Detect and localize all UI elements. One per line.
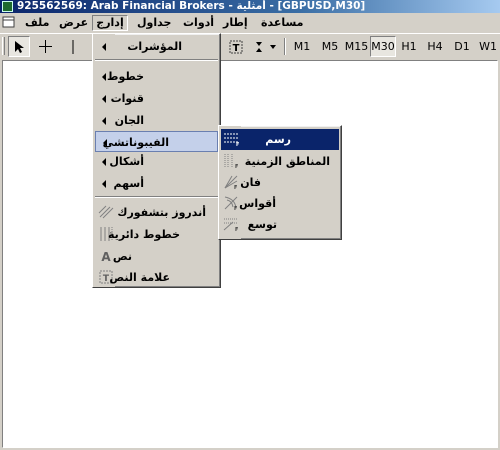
vertical-line-icon [72, 39, 74, 54]
svg-text:T: T [233, 43, 240, 54]
insert-menu: المؤشرات خطوط قنوات الجان الفيبوناتشي أش… [92, 33, 221, 288]
text-label-tool-button[interactable]: T [226, 36, 246, 57]
svg-text:F: F [234, 206, 237, 211]
submenu-arrow-icon [102, 73, 106, 81]
svg-text:F: F [235, 164, 238, 169]
cursor-icon [15, 40, 24, 53]
arrows-tool-button[interactable] [252, 36, 280, 57]
period-m1-button[interactable]: M1 [290, 36, 314, 57]
menu-charts[interactable]: جداول [134, 15, 174, 31]
menu-item-fibo-fan[interactable]: F فان [221, 172, 339, 193]
period-h1-button[interactable]: H1 [398, 36, 420, 57]
fibo-expansion-icon: F [223, 216, 239, 233]
period-h4-button[interactable]: H4 [424, 36, 446, 57]
menu-item-text-label[interactable]: T علامة النص [95, 267, 218, 288]
submenu-arrow-icon [102, 117, 106, 125]
submenu-arrow-icon [102, 95, 106, 103]
toolbar-grip[interactable] [2, 37, 5, 55]
menu-item-fibo-arcs[interactable]: F أقواس [221, 193, 339, 214]
menu-item-lines[interactable]: خطوط [95, 66, 218, 87]
menu-bar: ملف عرض إدارج جداول أدوات إطار مساعدة [0, 13, 500, 33]
period-m15-button[interactable]: M15 [343, 36, 370, 57]
vertical-line-tool-button[interactable] [62, 36, 84, 57]
menu-window[interactable]: إطار [220, 15, 251, 31]
cursor-tool-button[interactable] [8, 36, 30, 57]
fibonacci-submenu: F رسم F المناطق الزمنية F فان F أقواس F … [218, 125, 342, 240]
svg-text:F: F [236, 142, 239, 147]
submenu-arrow-icon [102, 43, 106, 51]
period-w1-button[interactable]: W1 [477, 36, 499, 57]
app-icon [2, 1, 13, 12]
andrews-pitchfork-icon [98, 204, 114, 220]
toolbar: T M1 M5 M15 M30 H1 H4 D1 W1 [0, 33, 500, 59]
fibo-retracement-icon: F [223, 131, 239, 148]
window-title: 925562569: Arab Financial Brokers - أمثل… [17, 0, 366, 12]
crosshair-icon [38, 40, 52, 53]
text-label-icon: T [229, 40, 243, 54]
period-m30-button[interactable]: M30 [370, 36, 396, 57]
fibo-fan-icon: F [223, 174, 239, 191]
menu-item-channels[interactable]: قنوات [95, 88, 218, 109]
text-icon: A [98, 248, 114, 264]
title-bar: 925562569: Arab Financial Brokers - أمثل… [0, 0, 500, 13]
menu-view[interactable]: عرض [56, 15, 91, 31]
chart-window-icon[interactable] [0, 13, 17, 33]
submenu-arrow-icon [102, 158, 106, 166]
menu-tools[interactable]: أدوات [180, 15, 217, 31]
menu-item-cycle-lines[interactable]: خطوط دائرية [95, 224, 218, 245]
crosshair-tool-button[interactable] [34, 36, 56, 57]
fibo-timezones-icon: F [223, 153, 239, 170]
menu-item-fibo-retracement[interactable]: F رسم [221, 129, 339, 150]
svg-text:F: F [234, 185, 237, 190]
fibo-arcs-icon: F [223, 195, 239, 212]
arrows-icon [256, 41, 276, 52]
svg-text:A: A [101, 250, 111, 264]
menu-help[interactable]: مساعدة [258, 15, 307, 31]
menu-item-indicators[interactable]: المؤشرات [95, 36, 218, 57]
submenu-arrow-icon [102, 180, 106, 188]
menu-item-fibo-timezones[interactable]: F المناطق الزمنية [221, 151, 339, 172]
period-d1-button[interactable]: D1 [451, 36, 473, 57]
menu-item-arrows[interactable]: أسهم [95, 173, 218, 194]
menu-item-fibo-expansion[interactable]: F توسع [221, 214, 339, 235]
menu-item-shapes[interactable]: أشكال [95, 151, 218, 172]
menu-insert[interactable]: إدارج [92, 15, 128, 31]
menu-item-gann[interactable]: الجان [95, 110, 218, 131]
menu-item-fibonacci[interactable]: الفيبوناتشي [95, 131, 218, 152]
svg-text:F: F [235, 227, 238, 232]
menu-item-text[interactable]: A نص [95, 246, 218, 267]
menu-file[interactable]: ملف [22, 15, 52, 31]
period-m5-button[interactable]: M5 [318, 36, 342, 57]
chart-area[interactable] [2, 60, 498, 448]
menu-item-andrews-pitchfork[interactable]: أندروز بتشفورك [95, 202, 218, 223]
